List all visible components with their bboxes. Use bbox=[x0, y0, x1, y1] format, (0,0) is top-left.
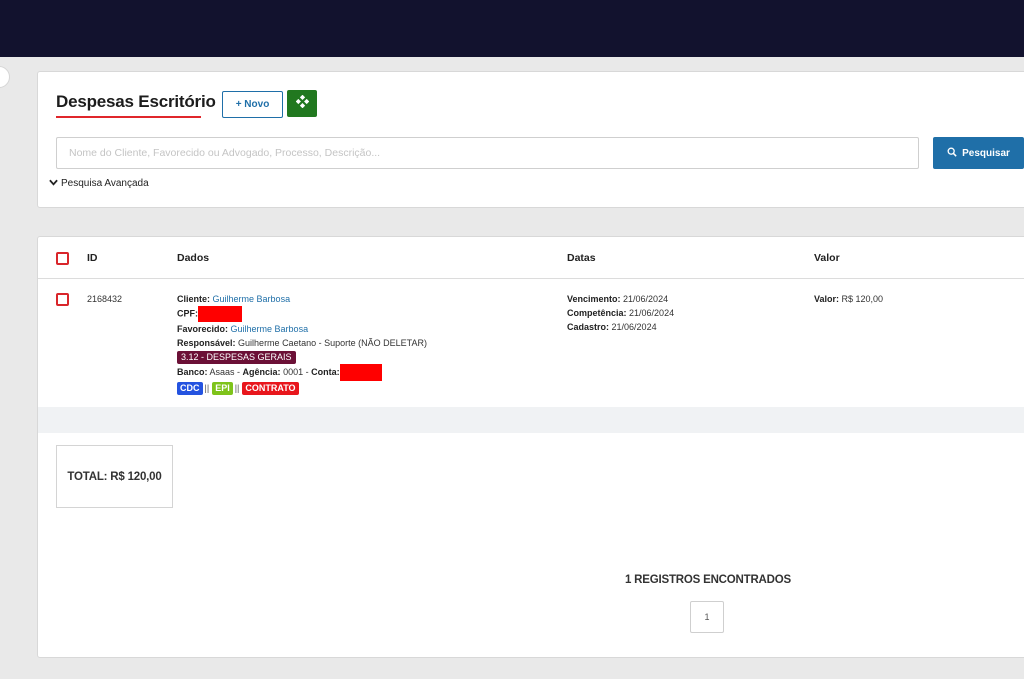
select-all-checkbox[interactable] bbox=[56, 252, 69, 265]
favorecido-link[interactable]: Guilherme Barbosa bbox=[231, 324, 309, 334]
agencia-label: Agência: bbox=[242, 366, 281, 377]
title-underline bbox=[56, 116, 201, 118]
tag-separator: || bbox=[234, 383, 240, 393]
valor-label: Valor: bbox=[814, 294, 840, 304]
column-header-id: ID bbox=[87, 252, 98, 264]
valor-value: R$ 120,00 bbox=[841, 294, 884, 304]
agencia-value: 0001 bbox=[283, 366, 304, 377]
competencia-label: Competência: bbox=[567, 308, 627, 318]
cliente-line: Cliente: Guilherme Barbosa bbox=[177, 292, 537, 306]
tags-line: CDC || EPI || CONTRATO bbox=[177, 381, 537, 395]
search-panel: Despesas Escritório + Novo Pesquisar Pes… bbox=[37, 71, 1024, 208]
banco-value: Asaas bbox=[209, 366, 235, 377]
advanced-search-label: Pesquisa Avançada bbox=[61, 178, 149, 189]
sidebar-toggle[interactable] bbox=[0, 66, 10, 88]
row-dados: Cliente: Guilherme Barbosa CPF: Favoreci… bbox=[177, 292, 537, 395]
row-datas: Vencimento: 21/06/2024 Competência: 21/0… bbox=[567, 292, 674, 334]
responsavel-line: Responsável: Guilherme Caetano - Suporte… bbox=[177, 336, 537, 350]
row-valor: Valor: R$ 120,00 bbox=[814, 292, 883, 306]
pagination-page-1[interactable]: 1 bbox=[690, 601, 724, 633]
category-line: 3.12 - DESPESAS GERAIS bbox=[177, 350, 537, 364]
row-id: 2168432 bbox=[87, 294, 123, 304]
responsavel-value: Guilherme Caetano - Suporte (NÃO DELETAR… bbox=[238, 338, 427, 348]
search-button-label: Pesquisar bbox=[962, 147, 1010, 159]
tag-cdc: CDC bbox=[177, 382, 203, 395]
competencia-value: 21/06/2024 bbox=[629, 308, 675, 318]
table-row[interactable]: 2168432 Cliente: Guilherme Barbosa CPF: … bbox=[38, 280, 1024, 406]
expenses-table-panel: ID Dados Datas Valor 2168432 Cliente: Gu… bbox=[37, 236, 1024, 658]
banco-label: Banco: bbox=[177, 366, 208, 377]
cadastro-line: Cadastro: 21/06/2024 bbox=[567, 320, 674, 334]
favorecido-label: Favorecido: bbox=[177, 324, 229, 334]
table-header: ID Dados Datas Valor bbox=[38, 237, 1024, 279]
diamond-grid-icon bbox=[295, 94, 309, 113]
table-footer-band bbox=[38, 407, 1024, 433]
vencimento-line: Vencimento: 21/06/2024 bbox=[567, 292, 674, 306]
records-count: 1 REGISTROS ENCONTRADOS bbox=[624, 574, 791, 586]
new-button[interactable]: + Novo bbox=[222, 91, 283, 118]
extra-action-button[interactable] bbox=[287, 90, 317, 117]
responsavel-label: Responsável: bbox=[177, 338, 236, 348]
top-navbar bbox=[0, 0, 1024, 57]
cpf-label: CPF: bbox=[177, 308, 198, 319]
column-header-valor: Valor bbox=[814, 252, 840, 264]
redacted-cpf bbox=[198, 306, 242, 322]
search-button[interactable]: Pesquisar bbox=[933, 137, 1024, 169]
competencia-line: Competência: 21/06/2024 bbox=[567, 306, 674, 320]
bank-line: Banco: Asaas - Agência: 0001 - Conta: bbox=[177, 364, 537, 381]
redacted-account bbox=[339, 364, 382, 381]
conta-label: Conta: bbox=[311, 366, 340, 377]
favorecido-line: Favorecido: Guilherme Barbosa bbox=[177, 322, 537, 336]
cpf-line: CPF: bbox=[177, 306, 537, 322]
cliente-link[interactable]: Guilherme Barbosa bbox=[213, 294, 291, 304]
category-badge: 3.12 - DESPESAS GERAIS bbox=[177, 351, 296, 364]
vencimento-value: 21/06/2024 bbox=[623, 294, 669, 304]
search-input[interactable] bbox=[56, 137, 919, 169]
column-header-dados: Dados bbox=[177, 252, 210, 264]
row-checkbox[interactable] bbox=[56, 293, 69, 306]
total-summary: TOTAL: R$ 120,00 bbox=[56, 445, 173, 508]
vencimento-label: Vencimento: bbox=[567, 294, 621, 304]
tag-contrato: CONTRATO bbox=[242, 382, 299, 395]
tag-separator: || bbox=[204, 383, 210, 393]
advanced-search-toggle[interactable]: Pesquisa Avançada bbox=[49, 178, 149, 189]
tag-epi: EPI bbox=[212, 382, 233, 395]
search-icon bbox=[947, 147, 957, 160]
chevron-down-icon bbox=[49, 178, 58, 189]
cadastro-value: 21/06/2024 bbox=[611, 322, 657, 332]
page-title: Despesas Escritório bbox=[56, 92, 216, 111]
column-header-datas: Datas bbox=[567, 252, 596, 264]
cadastro-label: Cadastro: bbox=[567, 322, 610, 332]
cliente-label: Cliente: bbox=[177, 294, 211, 304]
